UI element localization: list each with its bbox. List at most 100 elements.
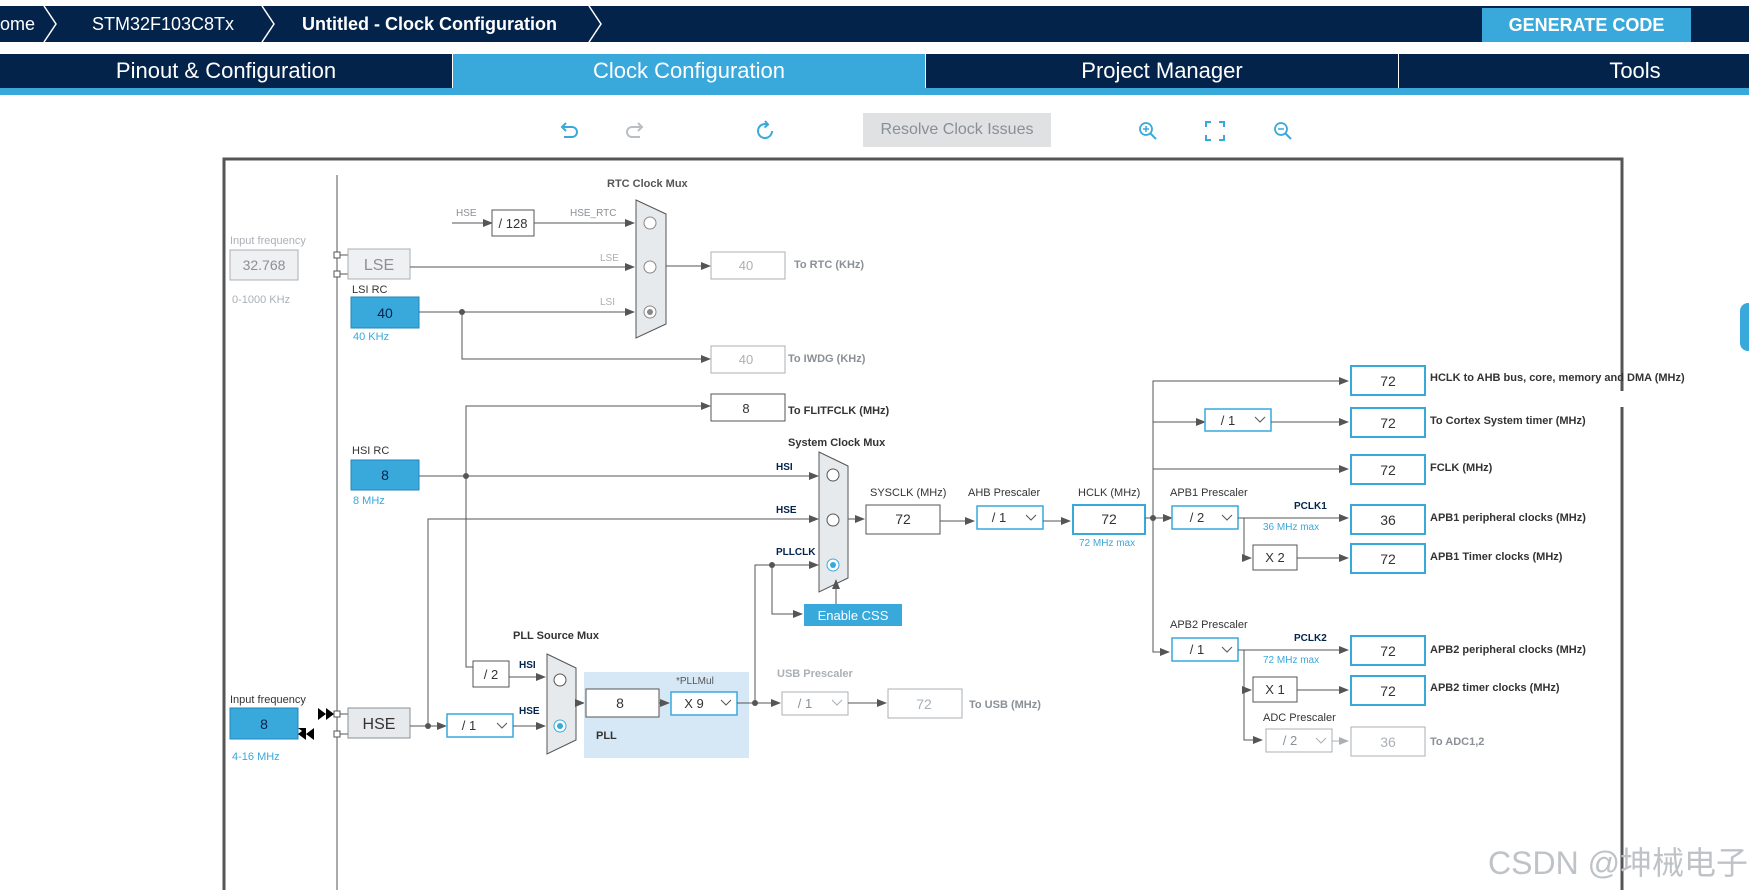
pclk1-label: PCLK1 — [1294, 501, 1327, 512]
adc-prescaler-value: / 2 — [1283, 733, 1297, 748]
pll-src-hsi-label: HSI — [519, 660, 536, 671]
apb1-timer-multiplier-label: X 2 — [1265, 550, 1285, 565]
rtc-output-value: 40 — [739, 258, 753, 273]
apb2-prescaler-select[interactable] — [1171, 637, 1239, 662]
hse-prediv-value: / 1 — [462, 718, 476, 733]
lse-line-label: LSE — [600, 253, 619, 264]
adc-output-label: To ADC1,2 — [1430, 736, 1484, 748]
apb1-timer-output-value: 72 — [1380, 551, 1396, 567]
to-flitfclk-label: To FLITFCLK (MHz) — [788, 405, 890, 417]
watermark: CSDN @坤械电子 — [1488, 845, 1749, 881]
pll-label: PLL — [596, 730, 617, 742]
cortex-timer-output-label: To Cortex System timer (MHz) — [1430, 415, 1586, 427]
hse-pin — [333, 710, 341, 718]
oscillator-arrow-icon — [306, 728, 314, 740]
adc-output-value: 36 — [1380, 734, 1396, 750]
to-iwdg-label: To IWDG (KHz) — [788, 353, 866, 365]
hsi-value: 8 — [381, 467, 389, 483]
usb-prescaler-label: USB Prescaler — [777, 668, 854, 680]
pllmul-label: *PLLMul — [676, 676, 714, 687]
rtc-mux-title: RTC Clock Mux — [607, 178, 689, 190]
apb2-prescaler-label: APB2 Prescaler — [1170, 619, 1248, 631]
cortex-timer-output-value: 72 — [1380, 415, 1396, 431]
sys-mux-hsi-label: HSI — [776, 462, 793, 473]
enable-css-label: Enable CSS — [818, 608, 889, 623]
adc-prescaler-label: ADC Prescaler — [1263, 712, 1336, 724]
hse-pin — [333, 730, 341, 738]
hse-input-frequency-value: 8 — [260, 716, 268, 732]
clock-tree-diagram: Input frequency 32.768 0-1000 KHz LSE LS… — [222, 157, 1748, 890]
adc-prescaler-select[interactable] — [1265, 728, 1333, 753]
apb2-timer-output-value: 72 — [1380, 683, 1396, 699]
apb1-prescaler-select[interactable] — [1171, 505, 1239, 530]
apb2-timer-output-label: APB2 timer clocks (MHz) — [1430, 682, 1560, 694]
oscillator-arrow-icon — [318, 708, 326, 720]
usb-output-value: 72 — [916, 696, 932, 712]
sysclk-value: 72 — [895, 511, 911, 527]
lsi-rc-label: LSI RC — [352, 284, 388, 296]
apb1-prescaler-label: APB1 Prescaler — [1170, 487, 1248, 499]
hsi-rc-label: HSI RC — [352, 445, 389, 457]
pll-src-option-hsi[interactable] — [553, 673, 567, 687]
pll-src-hse-label: HSE — [519, 706, 540, 717]
apb1-peripheral-output-label: APB1 peripheral clocks (MHz) — [1430, 512, 1586, 524]
to-usb-label: To USB (MHz) — [969, 699, 1041, 711]
lse-pin — [333, 270, 341, 278]
sys-mux-option-hsi[interactable] — [826, 468, 840, 482]
hse-input-frequency-label: Input frequency — [230, 694, 306, 706]
hclk-ahb-output-value: 72 — [1380, 373, 1396, 389]
lse-pin — [333, 251, 341, 259]
pclk2-label: PCLK2 — [1294, 633, 1327, 644]
hsi-freq-label: 8 MHz — [353, 495, 385, 507]
apb1-peripheral-output-value: 36 — [1380, 512, 1396, 528]
lsi-freq-label: 40 KHz — [353, 331, 389, 343]
hse-block-label: HSE — [363, 716, 396, 733]
rtc-mux-option-lse[interactable] — [643, 260, 657, 274]
oscillator-arrow-icon — [326, 708, 334, 720]
hse-range-label: 4-16 MHz — [232, 751, 280, 763]
ahb-prescaler-label: AHB Prescaler — [968, 487, 1040, 499]
sys-mux-selected-dot — [830, 562, 836, 568]
apb1-timer-output-label: APB1 Timer clocks (MHz) — [1430, 551, 1563, 563]
lsi-value: 40 — [377, 305, 393, 321]
to-rtc-label: To RTC (KHz) — [794, 259, 864, 271]
pll-source-mux — [546, 653, 577, 755]
system-clock-mux-title: System Clock Mux — [788, 437, 886, 449]
lsi-line-label: LSI — [600, 297, 615, 308]
apb2-prescaler-value: / 1 — [1190, 642, 1204, 657]
apb2-timer-multiplier-label: X 1 — [1265, 682, 1285, 697]
lse-input-frequency-value: 32.768 — [243, 257, 286, 273]
rtc-mux-option-hse[interactable] — [643, 216, 657, 230]
usb-prescaler-value: / 1 — [798, 696, 812, 711]
flitfclk-output-value: 8 — [742, 401, 749, 416]
lse-block-label: LSE — [364, 257, 394, 274]
pll-hsi-div2-label: / 2 — [484, 667, 498, 682]
iwdg-output-value: 40 — [739, 352, 753, 367]
fclk-output-label: FCLK (MHz) — [1430, 462, 1493, 474]
hclk-label: HCLK (MHz) — [1078, 487, 1140, 499]
hclk-max-label: 72 MHz max — [1079, 538, 1135, 549]
rtc-div128-label: / 128 — [499, 216, 528, 231]
sysclk-label: SYSCLK (MHz) — [870, 487, 946, 499]
hclk-value: 72 — [1101, 511, 1117, 527]
hse-rtc-source-label: HSE — [456, 208, 477, 219]
ahb-prescaler-value: / 1 — [992, 510, 1006, 525]
hclk-ahb-output-label: HCLK to AHB bus, core, memory and DMA (M… — [1430, 372, 1685, 384]
apb2-peripheral-output-value: 72 — [1380, 643, 1396, 659]
lse-range-label: 0-1000 KHz — [232, 294, 290, 306]
hse-rtc-line-label: HSE_RTC — [570, 208, 617, 219]
pll-source-mux-title: PLL Source Mux — [513, 630, 600, 642]
pclk2-max-label: 72 MHz max — [1263, 655, 1319, 666]
apb1-prescaler-value: / 2 — [1190, 510, 1204, 525]
sys-mux-option-hse[interactable] — [826, 513, 840, 527]
pclk1-max-label: 36 MHz max — [1263, 522, 1319, 533]
lse-input-frequency-label: Input frequency — [230, 235, 306, 247]
apb2-peripheral-output-label: APB2 peripheral clocks (MHz) — [1430, 644, 1586, 656]
rtc-mux-selected-dot — [647, 309, 653, 315]
cortex-timer-divider-select[interactable] — [1204, 408, 1272, 432]
sys-mux-pllclk-label: PLLCLK — [776, 547, 816, 558]
sys-mux-hse-label: HSE — [776, 505, 797, 516]
label-clip-mask — [1428, 391, 1748, 407]
fclk-output-value: 72 — [1380, 462, 1396, 478]
hse-prediv-select[interactable] — [446, 713, 514, 738]
